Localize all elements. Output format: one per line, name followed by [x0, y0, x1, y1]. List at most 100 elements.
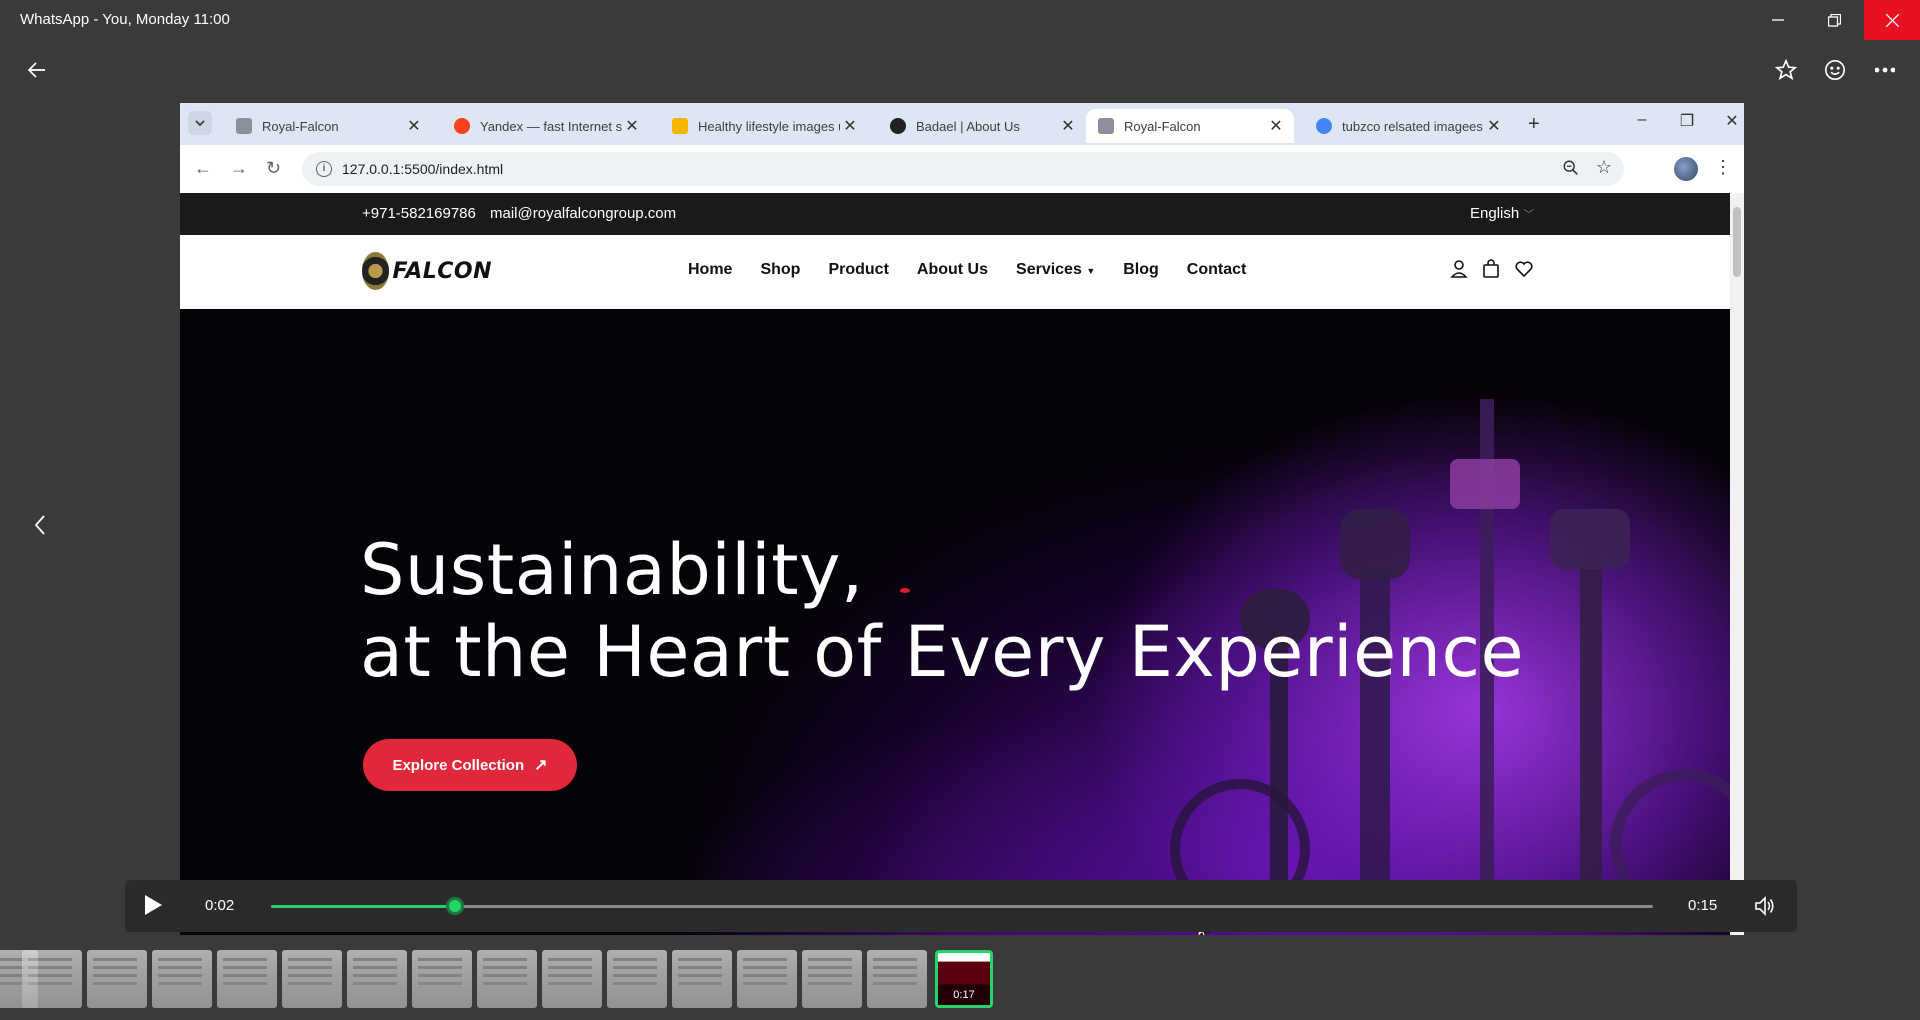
- star-message-button[interactable]: [1766, 50, 1806, 90]
- bookmark-star-icon[interactable]: ☆: [1596, 157, 1612, 178]
- close-tab-icon[interactable]: ✕: [1484, 116, 1504, 136]
- nav-services[interactable]: Services ▼: [1016, 261, 1095, 279]
- browser-close-button[interactable]: ✕: [1717, 111, 1744, 131]
- browser-tab[interactable]: tubzco relsated imagees fo ✕: [1304, 109, 1512, 143]
- seek-handle[interactable]: [446, 897, 464, 915]
- browser-tab[interactable]: Yandex — fast Internet search ✕: [442, 109, 650, 143]
- browser-tab[interactable]: Healthy lifestyle images us ✕: [660, 109, 868, 143]
- video-controls: 0:02 0:15: [125, 880, 1797, 932]
- close-window-button[interactable]: [1864, 0, 1920, 40]
- media-thumbnail[interactable]: [477, 950, 537, 1008]
- nav-shop[interactable]: Shop: [760, 261, 800, 279]
- explore-collection-button[interactable]: Explore Collection ↗: [363, 739, 577, 791]
- site-email[interactable]: mail@royalfalcongroup.com: [490, 205, 676, 222]
- tab-search-button[interactable]: [188, 111, 212, 135]
- arrow-up-right-icon: ↗: [534, 757, 548, 774]
- tab-favicon: [890, 118, 906, 134]
- logo-wordmark: FALCON: [392, 258, 492, 284]
- user-icon[interactable]: [1450, 259, 1468, 279]
- close-tab-icon[interactable]: ✕: [840, 116, 860, 136]
- media-thumbnail[interactable]: [282, 950, 342, 1008]
- seek-track[interactable]: [271, 905, 1653, 908]
- shopping-bag-icon[interactable]: [1482, 259, 1500, 279]
- video-frame: Royal-Falcon ✕ Yandex — fast Internet se…: [180, 103, 1744, 935]
- hero-section: Sustainability, at the Heart of Every Ex…: [180, 309, 1730, 935]
- thumbnail-duration: 0:17: [953, 989, 975, 1001]
- title-bar: WhatsApp - You, Monday 11:00: [0, 0, 1920, 40]
- caret-down-icon: ▼: [1086, 266, 1096, 276]
- browser-toolbar: ← → ↻ i 127.0.0.1:5500/index.html ☆ ⋮: [180, 145, 1744, 193]
- browser-tab-active[interactable]: Royal-Falcon ✕: [1086, 109, 1294, 143]
- site-top-bar: +971-582169786 mail@royalfalcongroup.com…: [180, 193, 1730, 235]
- selected-thumbnail[interactable]: 0:17: [935, 950, 993, 1008]
- play-icon[interactable]: [141, 892, 165, 918]
- media-thumbnail[interactable]: [672, 950, 732, 1008]
- page-scrollbar[interactable]: [1730, 193, 1744, 935]
- falcon-emblem-icon: [362, 252, 389, 290]
- nav-blog[interactable]: Blog: [1123, 261, 1159, 279]
- more-options-button[interactable]: [1865, 50, 1905, 90]
- browser-menu-icon[interactable]: ⋮: [1714, 157, 1732, 178]
- language-selector[interactable]: English ﹀: [1470, 205, 1534, 222]
- header-icons: [1450, 259, 1534, 279]
- browser-tab[interactable]: Royal-Falcon ✕: [224, 109, 432, 143]
- nav-about-us[interactable]: About Us: [917, 261, 988, 279]
- site-logo[interactable]: FALCON: [362, 251, 492, 291]
- media-thumbnail[interactable]: [217, 950, 277, 1008]
- browser-minimize-button[interactable]: –: [1627, 111, 1657, 129]
- media-thumbnail[interactable]: [607, 950, 667, 1008]
- url-text: 127.0.0.1:5500/index.html: [342, 161, 504, 177]
- more-icon: [1875, 67, 1895, 73]
- react-button[interactable]: [1815, 50, 1855, 90]
- scrollbar-thumb[interactable]: [1733, 207, 1741, 277]
- media-thumbnail[interactable]: [412, 950, 472, 1008]
- reload-icon[interactable]: ↻: [266, 158, 281, 179]
- browser-forward-icon[interactable]: →: [230, 158, 248, 179]
- zoom-icon[interactable]: [1562, 159, 1580, 177]
- chevron-down-icon: [195, 120, 205, 126]
- hookah-silhouette: [1580, 549, 1602, 929]
- volume-icon[interactable]: [1753, 894, 1777, 918]
- media-thumbnail[interactable]: [152, 950, 212, 1008]
- media-thumbnail[interactable]: [802, 950, 862, 1008]
- close-tab-icon[interactable]: ✕: [1266, 116, 1286, 136]
- close-tab-icon[interactable]: ✕: [1058, 116, 1078, 136]
- nav-home[interactable]: Home: [688, 261, 732, 279]
- tab-favicon: [454, 118, 470, 134]
- new-tab-button[interactable]: +: [1528, 113, 1540, 136]
- browser-back-icon[interactable]: ←: [194, 158, 212, 179]
- star-icon: [1775, 59, 1797, 81]
- seek-progress: [271, 905, 455, 908]
- website-viewport: +971-582169786 mail@royalfalcongroup.com…: [180, 193, 1730, 935]
- nav-product[interactable]: Product: [828, 261, 888, 279]
- back-button[interactable]: [17, 50, 57, 90]
- tab-favicon: [1098, 118, 1114, 134]
- media-thumbnail[interactable]: [542, 950, 602, 1008]
- site-info-icon[interactable]: i: [316, 161, 332, 177]
- site-phone[interactable]: +971-582169786: [362, 205, 476, 222]
- chevron-left-icon: [34, 515, 45, 535]
- close-tab-icon[interactable]: ✕: [622, 116, 642, 136]
- minimize-button[interactable]: [1750, 0, 1806, 40]
- media-thumbnail[interactable]: [22, 950, 82, 1008]
- media-thumbnail[interactable]: [737, 950, 797, 1008]
- site-header: FALCON Home Shop Product About Us Servic…: [180, 235, 1730, 309]
- previous-media-button[interactable]: [20, 505, 60, 545]
- restore-icon: [1827, 13, 1841, 27]
- restore-button[interactable]: [1806, 0, 1862, 40]
- media-thumbnail[interactable]: [867, 950, 927, 1008]
- browser-tab[interactable]: Badael | About Us ✕: [878, 109, 1086, 143]
- profile-avatar[interactable]: [1674, 157, 1698, 181]
- browser-restore-button[interactable]: ❐: [1672, 111, 1702, 131]
- minimize-icon: [1772, 19, 1784, 21]
- site-nav: Home Shop Product About Us Services ▼ Bl…: [688, 261, 1274, 279]
- hookah-silhouette: [1450, 459, 1520, 509]
- media-thumbnail[interactable]: [87, 950, 147, 1008]
- media-thumbnail-strip: [0, 950, 1000, 1010]
- tab-favicon: [1316, 118, 1332, 134]
- heart-icon[interactable]: [1514, 259, 1534, 279]
- address-bar[interactable]: i 127.0.0.1:5500/index.html ☆: [302, 152, 1624, 186]
- close-tab-icon[interactable]: ✕: [404, 116, 424, 136]
- media-thumbnail[interactable]: [347, 950, 407, 1008]
- nav-contact[interactable]: Contact: [1187, 261, 1247, 279]
